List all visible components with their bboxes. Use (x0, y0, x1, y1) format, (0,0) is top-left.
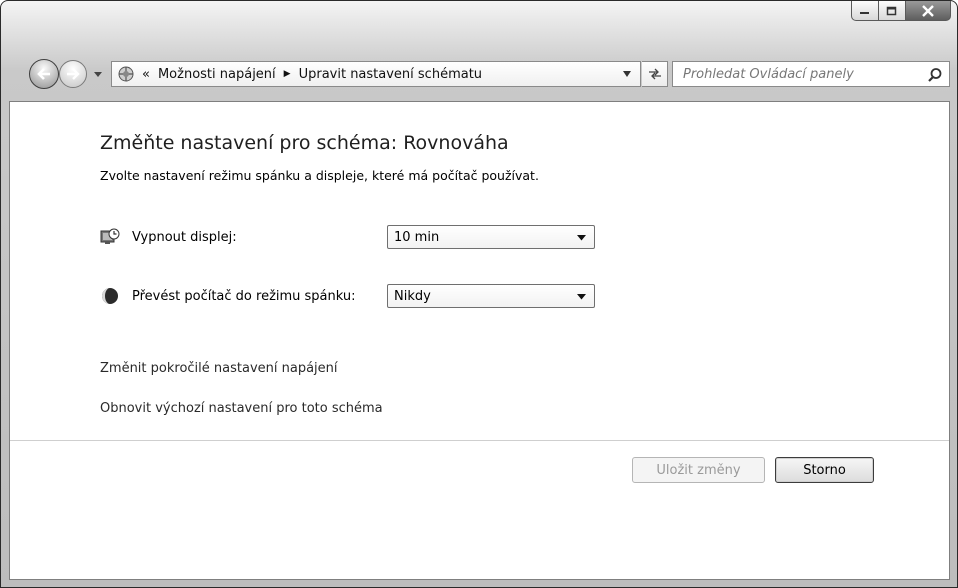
divider (10, 440, 949, 441)
restore-defaults-link[interactable]: Obnovit výchozí nastavení pro toto schém… (100, 401, 383, 416)
setting-row-display: Vypnout displej: 10 min (100, 224, 595, 250)
setting-row-sleep: Převést počítač do režimu spánku: Nikdy (100, 283, 595, 309)
control-panel-window: « Možnosti napájení ▶ Upravit nastavení … (0, 0, 958, 588)
forward-button[interactable] (59, 60, 87, 88)
breadcrumb-power-options[interactable]: Možnosti napájení (158, 67, 276, 82)
breadcrumb-separator-icon[interactable]: ▶ (284, 69, 291, 79)
maximize-button[interactable] (879, 1, 906, 21)
address-bar[interactable]: « Možnosti napájení ▶ Upravit nastavení … (111, 61, 641, 87)
refresh-icon (648, 68, 661, 80)
search-icon[interactable] (927, 67, 943, 83)
refresh-button[interactable] (642, 61, 668, 87)
chevron-down-icon (577, 294, 586, 300)
forward-arrow-icon (67, 68, 80, 80)
breadcrumb-edit-plan-settings[interactable]: Upravit nastavení schématu (299, 67, 482, 82)
advanced-power-settings-link[interactable]: Změnit pokročilé nastavení napájení (100, 361, 338, 376)
display-off-select[interactable]: 10 min (387, 225, 595, 249)
display-off-value: 10 min (394, 229, 440, 245)
minimize-button[interactable] (851, 1, 879, 21)
content-pane: Změňte nastavení pro schéma: Rovnováha Z… (9, 101, 950, 580)
search-box[interactable] (672, 61, 950, 87)
moon-icon (102, 288, 118, 304)
back-arrow-icon (37, 68, 50, 80)
address-dropdown-icon[interactable] (622, 70, 632, 78)
chevron-down-icon (577, 235, 586, 241)
control-panel-icon (118, 66, 134, 82)
breadcrumb-overflow[interactable]: « (142, 67, 150, 82)
display-clock-icon (100, 228, 120, 244)
maximize-icon (886, 6, 897, 15)
page-title: Změňte nastavení pro schéma: Rovnováha (100, 132, 509, 154)
close-button[interactable] (906, 1, 951, 21)
caption-buttons (851, 1, 951, 21)
title-bar (1, 1, 957, 45)
minimize-icon (860, 11, 869, 14)
address-toolbar: « Možnosti napájení ▶ Upravit nastavení … (1, 53, 957, 95)
back-button[interactable] (29, 59, 59, 89)
close-icon (922, 4, 934, 17)
sleep-select[interactable]: Nikdy (387, 284, 595, 308)
cancel-button[interactable]: Storno (775, 457, 874, 483)
page-subtitle: Zvolte nastavení režimu spánku a displej… (100, 168, 539, 183)
sleep-label: Převést počítač do režimu spánku: (132, 288, 356, 304)
save-changes-button[interactable]: Uložit změny (632, 457, 765, 483)
search-input[interactable] (681, 65, 925, 83)
display-off-label: Vypnout displej: (132, 229, 237, 245)
recent-pages-dropdown-icon[interactable] (92, 68, 104, 80)
sleep-value: Nikdy (394, 288, 431, 304)
